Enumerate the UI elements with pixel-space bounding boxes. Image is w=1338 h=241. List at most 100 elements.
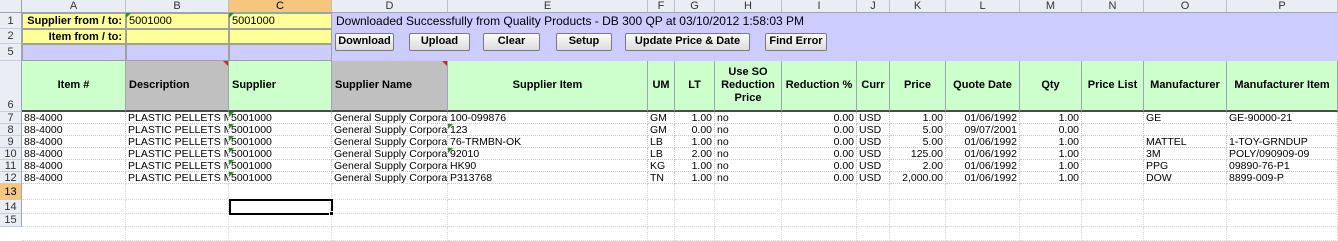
column-header-i[interactable]: I <box>782 0 857 13</box>
empty-cell[interactable] <box>675 227 715 241</box>
cell-plist[interactable] <box>1082 136 1144 148</box>
cell-sitem[interactable]: HK90 <box>448 160 648 172</box>
column-header-l[interactable]: L <box>946 0 1020 13</box>
empty-cell[interactable] <box>22 214 126 227</box>
empty-cell[interactable] <box>1144 227 1227 241</box>
cell-date[interactable]: 01/06/1992 <box>946 112 1020 124</box>
cell-useso[interactable]: no <box>715 124 782 136</box>
cell-name[interactable]: General Supply Corpora <box>332 124 448 136</box>
header-supplier[interactable]: Supplier <box>229 61 332 112</box>
empty-cell[interactable] <box>448 184 648 200</box>
cell-mfr[interactable]: PPG <box>1144 160 1227 172</box>
cell-lt[interactable]: 1.00 <box>675 136 715 148</box>
empty-cell[interactable] <box>1082 214 1144 227</box>
item-to-field[interactable] <box>229 29 332 44</box>
cell-plist[interactable] <box>1082 124 1144 136</box>
row-header-1[interactable]: 1 <box>0 13 22 29</box>
header-supplier-name[interactable]: Supplier Name <box>332 61 448 112</box>
empty-cell[interactable] <box>715 184 782 200</box>
row-header-5[interactable]: 5 <box>0 44 22 61</box>
cell-red[interactable]: 0.00 <box>782 112 857 124</box>
row-header-2[interactable]: 2 <box>0 29 22 44</box>
empty-cell[interactable] <box>126 200 229 214</box>
select-all-corner[interactable] <box>0 0 22 13</box>
clear-button[interactable]: Clear <box>483 33 540 51</box>
cell-useso[interactable]: no <box>715 172 782 184</box>
empty-cell[interactable] <box>22 227 126 241</box>
header-price[interactable]: Price <box>890 61 946 112</box>
header-use-so-reduction-price[interactable]: Use SO Reduction Price <box>715 61 782 112</box>
column-header-b[interactable]: B <box>126 0 229 13</box>
column-header-h[interactable]: H <box>715 0 782 13</box>
empty-cell[interactable] <box>332 200 448 214</box>
empty-cell[interactable] <box>126 227 229 241</box>
cell-name[interactable]: General Supply Corpora <box>332 112 448 124</box>
cell-price[interactable]: 1.00 <box>890 112 946 124</box>
cell-price[interactable]: 5.00 <box>890 136 946 148</box>
empty-cell[interactable] <box>648 214 675 227</box>
cell-mfr[interactable] <box>1144 124 1227 136</box>
cell-date[interactable]: 09/07/2001 <box>946 124 1020 136</box>
empty-cell[interactable] <box>946 200 1020 214</box>
cell-supplier[interactable]: 5001000 <box>229 172 332 184</box>
cell-desc[interactable]: PLASTIC PELLETS M <box>126 136 229 148</box>
cell-desc[interactable]: PLASTIC PELLETS M <box>126 124 229 136</box>
empty-cell[interactable] <box>715 200 782 214</box>
empty-cell[interactable] <box>126 214 229 227</box>
empty-cell[interactable] <box>1020 214 1082 227</box>
cell-red[interactable]: 0.00 <box>782 160 857 172</box>
empty-cell[interactable] <box>1082 227 1144 241</box>
cell-um[interactable]: GM <box>648 112 675 124</box>
empty-cell[interactable] <box>1227 200 1338 214</box>
cell-price[interactable]: 2.00 <box>890 160 946 172</box>
spreadsheet[interactable]: Supplier from / to: 5001000 5001000 Item… <box>0 0 1338 241</box>
cell-qty[interactable]: 1.00 <box>1020 136 1082 148</box>
cell-item[interactable]: 88-4000 <box>22 160 126 172</box>
cell-mfr[interactable]: GE <box>1144 112 1227 124</box>
row-header-12[interactable]: 12 <box>0 172 22 184</box>
empty-cell[interactable] <box>648 227 675 241</box>
cell-um[interactable]: KG <box>648 160 675 172</box>
cell-plist[interactable] <box>1082 172 1144 184</box>
cell-curr[interactable]: USD <box>857 124 890 136</box>
cell-price[interactable]: 5.00 <box>890 124 946 136</box>
cell-item[interactable]: 88-4000 <box>22 172 126 184</box>
cell-mitem[interactable] <box>1227 124 1338 136</box>
column-header-o[interactable]: O <box>1144 0 1227 13</box>
header-price-list[interactable]: Price List <box>1082 61 1144 112</box>
empty-cell[interactable] <box>890 214 946 227</box>
cell-sitem[interactable]: 92010 <box>448 148 648 160</box>
cell-mitem[interactable]: 1-TOY-GRNDUP <box>1227 136 1338 148</box>
empty-cell[interactable] <box>782 200 857 214</box>
cell-qty[interactable]: 0.00 <box>1020 124 1082 136</box>
cell-curr[interactable]: USD <box>857 148 890 160</box>
empty-cell[interactable] <box>1082 200 1144 214</box>
find-error-button[interactable]: Find Error <box>765 33 827 51</box>
cell-curr[interactable]: USD <box>857 172 890 184</box>
cell-um[interactable]: LB <box>648 148 675 160</box>
cell-red[interactable]: 0.00 <box>782 148 857 160</box>
empty-cell[interactable] <box>448 200 648 214</box>
header-description[interactable]: Description <box>126 61 229 112</box>
cell-red[interactable]: 0.00 <box>782 124 857 136</box>
supplier-to-field[interactable]: 5001000 <box>229 13 332 29</box>
empty-cell[interactable] <box>1082 184 1144 200</box>
column-header-a[interactable]: A <box>22 0 126 13</box>
empty-cell[interactable] <box>229 214 332 227</box>
empty-cell[interactable] <box>890 227 946 241</box>
cell-um[interactable]: TN <box>648 172 675 184</box>
empty-cell[interactable] <box>675 184 715 200</box>
cell-date[interactable]: 01/06/1992 <box>946 148 1020 160</box>
header-manufacturer-item[interactable]: Manufacturer Item <box>1227 61 1338 112</box>
cell-desc[interactable]: PLASTIC PELLETS M <box>126 160 229 172</box>
empty-cell[interactable] <box>946 227 1020 241</box>
cell-item[interactable]: 88-4000 <box>22 136 126 148</box>
cell-useso[interactable]: no <box>715 136 782 148</box>
cell-lt[interactable]: 1.00 <box>675 112 715 124</box>
cell-supplier[interactable]: 5001000 <box>229 148 332 160</box>
active-cell[interactable] <box>229 199 333 215</box>
empty-cell[interactable] <box>675 214 715 227</box>
column-header-g[interactable]: G <box>675 0 715 13</box>
download-button[interactable]: Download <box>335 33 394 51</box>
cell-date[interactable]: 01/06/1992 <box>946 136 1020 148</box>
